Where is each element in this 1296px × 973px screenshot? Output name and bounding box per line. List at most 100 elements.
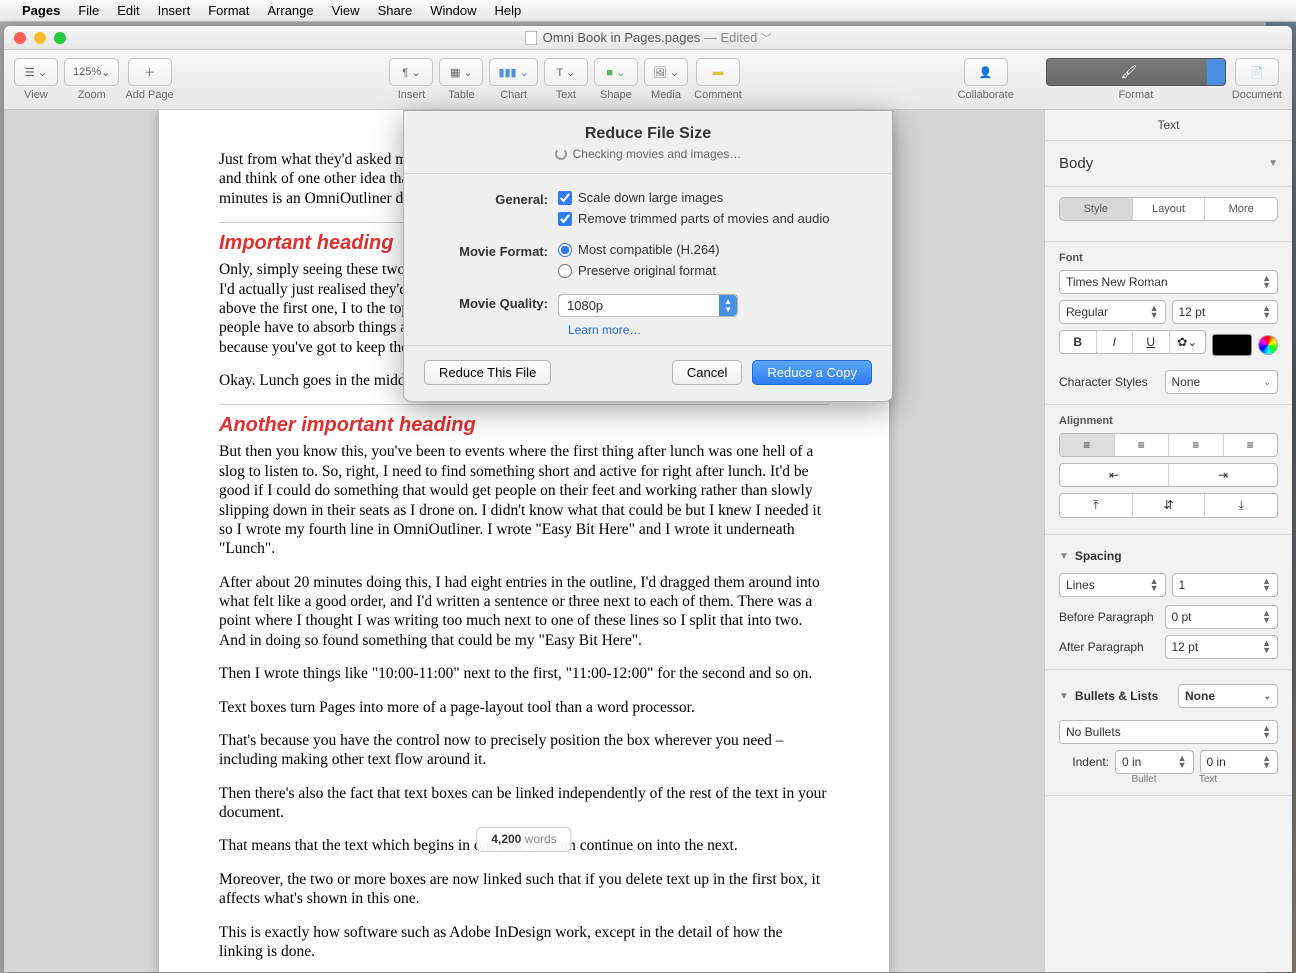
comment-button[interactable]: ▬ — [696, 58, 740, 86]
underline-button[interactable]: U — [1133, 331, 1170, 353]
text-button[interactable]: T ⌄ — [544, 58, 588, 86]
scale-down-checkbox[interactable]: Scale down large images — [558, 190, 868, 205]
preserve-format-radio[interactable]: Preserve original format — [558, 263, 868, 278]
chart-button[interactable]: ▮▮▮ ⌄ — [489, 58, 537, 86]
body-paragraph[interactable]: Moreover, the two or more boxes are now … — [219, 870, 829, 909]
insert-button[interactable]: ¶ ⌄ — [389, 58, 433, 86]
chevron-down-icon: ▼ — [1268, 158, 1278, 169]
after-paragraph-field[interactable]: 12 pt▲▼ — [1165, 635, 1279, 659]
align-right-button[interactable]: ≡ — [1169, 434, 1224, 456]
spacing-mode-select[interactable]: Lines▲▼ — [1059, 573, 1166, 597]
remove-trimmed-checkbox[interactable]: Remove trimmed parts of movies and audio — [558, 211, 868, 226]
body-paragraph[interactable]: This is exactly how software such as Ado… — [219, 923, 829, 962]
app-menu[interactable]: Pages — [22, 3, 60, 18]
window-minimize-button[interactable] — [34, 32, 46, 44]
format-inspector: Text Body ▼ Style Layout More Font Times… — [1044, 110, 1292, 972]
word-count-display[interactable]: 4,200 words — [476, 827, 571, 852]
reduce-a-copy-button[interactable]: Reduce a Copy — [752, 360, 872, 385]
titlebar: Omni Book in Pages.pages — Edited ﹀ — [4, 26, 1292, 50]
spacing-section-label: Spacing — [1075, 549, 1122, 563]
zoom-button[interactable]: 125% ⌄ — [64, 58, 119, 86]
reduce-file-size-dialog: Reduce File Size Checking movies and ima… — [403, 110, 893, 402]
spinner-icon — [555, 148, 567, 160]
title-menu-chevron-icon[interactable]: ﹀ — [761, 30, 771, 45]
system-menubar: Pages File Edit Insert Format Arrange Vi… — [0, 0, 1296, 22]
spacing-value-field[interactable]: 1▲▼ — [1172, 573, 1279, 597]
media-button[interactable]: 🖼 ⌄ — [644, 58, 688, 86]
inspector-subtabs[interactable]: Style Layout More — [1059, 197, 1278, 221]
reduce-this-file-button[interactable]: Reduce This File — [424, 360, 551, 385]
bullets-section-label: Bullets & Lists — [1075, 689, 1178, 703]
body-paragraph[interactable]: Text boxes turn Pages into more of a pag… — [219, 698, 829, 717]
document-title[interactable]: Omni Book in Pages.pages — [543, 30, 701, 45]
body-paragraph[interactable]: Then there's also the fact that text box… — [219, 784, 829, 823]
text-indent-field[interactable]: 0 in▲▼ — [1200, 750, 1279, 774]
dialog-status: Checking movies and images… — [573, 147, 742, 161]
alignment-section-label: Alignment — [1059, 415, 1278, 427]
valign-top-button[interactable]: ⤒ — [1060, 494, 1133, 517]
before-paragraph-field[interactable]: 0 pt▲▼ — [1165, 605, 1279, 629]
disclosure-triangle-icon[interactable]: ▼ — [1059, 551, 1069, 562]
dialog-title: Reduce File Size — [404, 111, 892, 147]
subtab-style[interactable]: Style — [1060, 198, 1133, 220]
font-style-select[interactable]: Regular▲▼ — [1059, 300, 1166, 324]
body-paragraph[interactable]: Then I wrote things like "10:00-11:00" n… — [219, 664, 829, 683]
add-page-button[interactable]: ＋ — [128, 58, 172, 86]
bullets-style-select[interactable]: No Bullets▲▼ — [1059, 720, 1278, 744]
menu-format[interactable]: Format — [208, 3, 249, 18]
character-styles-label: Character Styles — [1059, 375, 1159, 389]
align-center-button[interactable]: ≡ — [1115, 434, 1170, 456]
most-compatible-radio[interactable]: Most compatible (H.264) — [558, 242, 868, 257]
menu-share[interactable]: Share — [378, 3, 413, 18]
italic-button[interactable]: I — [1097, 331, 1134, 353]
window-close-button[interactable] — [14, 32, 26, 44]
valign-middle-button[interactable]: ⇵ — [1133, 494, 1206, 517]
body-paragraph[interactable]: That's because you have the control now … — [219, 731, 829, 770]
shape-button[interactable]: ■ ⌄ — [594, 58, 638, 86]
movie-quality-label: Movie Quality: — [428, 294, 558, 317]
disclosure-triangle-icon[interactable]: ▼ — [1059, 691, 1069, 702]
paragraph-style-picker[interactable]: Body ▼ — [1045, 141, 1292, 187]
align-justify-button[interactable]: ≡ — [1224, 434, 1278, 456]
menu-file[interactable]: File — [78, 3, 99, 18]
outdent-button[interactable]: ⇤ — [1060, 464, 1169, 486]
window-zoom-button[interactable] — [54, 32, 66, 44]
align-left-button[interactable]: ≡ — [1060, 434, 1115, 456]
menu-edit[interactable]: Edit — [117, 3, 139, 18]
document-proxy-icon[interactable] — [525, 31, 537, 45]
collaborate-button[interactable]: 👤 — [964, 58, 1008, 86]
font-family-select[interactable]: Times New Roman▲▼ — [1059, 270, 1278, 294]
character-styles-select[interactable]: None⌄ — [1165, 370, 1279, 394]
body-paragraph[interactable]: After about 20 minutes doing this, I had… — [219, 573, 829, 651]
bullets-preset-select[interactable]: None⌄ — [1178, 684, 1278, 708]
table-button[interactable]: ▦ ⌄ — [439, 58, 483, 86]
view-button[interactable]: ☰ ⌄ — [14, 58, 58, 86]
subtab-more[interactable]: More — [1205, 198, 1277, 220]
text-color-well[interactable] — [1212, 334, 1252, 356]
indent-button[interactable]: ⇥ — [1169, 464, 1277, 486]
menu-window[interactable]: Window — [430, 3, 476, 18]
font-size-field[interactable]: 12 pt▲▼ — [1172, 300, 1279, 324]
bullet-indent-field[interactable]: 0 in▲▼ — [1115, 750, 1194, 774]
general-label: General: — [428, 190, 558, 232]
inspector-tab-text[interactable]: Text — [1045, 110, 1292, 141]
menu-arrange[interactable]: Arrange — [267, 3, 313, 18]
movie-quality-select[interactable]: 1080p▲▼ — [558, 294, 738, 317]
body-paragraph[interactable]: But then you know this, you've been to e… — [219, 442, 829, 558]
document-inspector-button[interactable]: 📄 — [1235, 58, 1279, 86]
indent-label: Indent: — [1059, 755, 1109, 769]
menu-help[interactable]: Help — [495, 3, 522, 18]
menu-view[interactable]: View — [332, 3, 360, 18]
cancel-button[interactable]: Cancel — [672, 360, 742, 385]
learn-more-link[interactable]: Learn more… — [568, 323, 868, 337]
movie-format-label: Movie Format: — [428, 242, 558, 284]
menu-insert[interactable]: Insert — [158, 3, 191, 18]
text-options-button[interactable]: ✿⌄ — [1170, 331, 1206, 353]
format-inspector-button[interactable]: 🖌 — [1046, 58, 1226, 86]
after-paragraph-label: After Paragraph — [1059, 640, 1159, 654]
color-picker-button[interactable] — [1258, 335, 1278, 355]
heading[interactable]: Another important heading — [219, 404, 829, 438]
valign-bottom-button[interactable]: ⤓ — [1205, 494, 1277, 517]
subtab-layout[interactable]: Layout — [1133, 198, 1206, 220]
bold-button[interactable]: B — [1060, 331, 1097, 353]
